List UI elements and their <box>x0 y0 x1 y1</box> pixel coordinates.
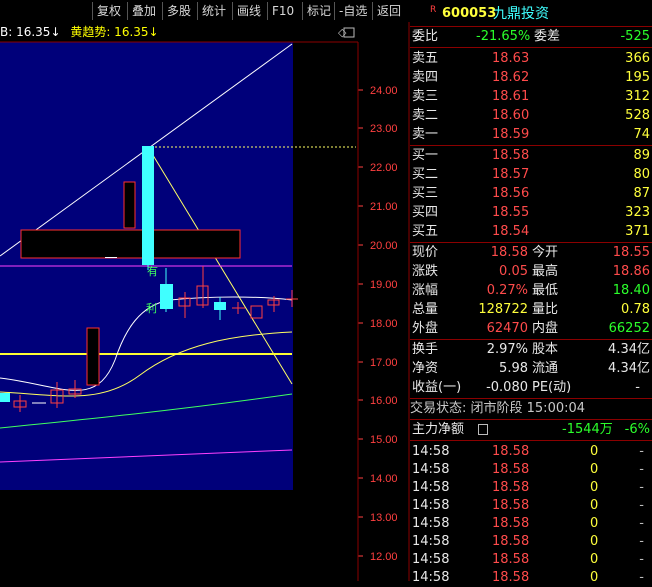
toolbar-huaxian[interactable]: 画线 <box>232 2 265 20</box>
toolbar-zixuan[interactable]: -自选 <box>334 2 371 20</box>
ask-row[interactable]: 卖三 18.61 312 <box>410 88 652 106</box>
trade-status: 交易状态: 闭市阶段 15:00:04 <box>410 401 586 416</box>
bid-row[interactable]: 买一 18.58 89 <box>410 147 652 165</box>
stat-row: 净资 5.98 流通 4.34亿 <box>412 361 650 376</box>
toolbar: 复权 叠加 多股 统计 画线 F10 标记 -自选 返回 <box>0 0 410 22</box>
svg-text:16.00: 16.00 <box>370 395 398 407</box>
svg-text:24.00: 24.00 <box>370 85 398 97</box>
svg-text:14.00: 14.00 <box>370 473 398 485</box>
ask-row[interactable]: 卖五 18.63 366 <box>410 50 652 68</box>
indicator-yellow-trend: 黄趋势: 16.35↓ <box>70 25 159 39</box>
bid-row[interactable]: 买五 18.54 371 <box>410 223 652 241</box>
svg-text:13.00: 13.00 <box>370 512 398 524</box>
toolbar-diejia[interactable]: 叠加 <box>127 2 160 20</box>
stock-name: 九鼎投资 <box>493 6 549 22</box>
toolbar-duogu[interactable]: 多股 <box>162 2 195 20</box>
bid-row[interactable]: 买三 18.56 87 <box>410 185 652 203</box>
ask-row[interactable]: 卖一 18.59 74 <box>410 126 652 144</box>
svg-text:19.00: 19.00 <box>370 279 398 291</box>
stat-row: 换手 2.97% 股本 4.34亿 <box>412 342 650 357</box>
label-you: 有 <box>147 264 158 278</box>
toolbar-biaoji[interactable]: 标记 <box>302 2 335 20</box>
svg-text:12.00: 12.00 <box>370 551 398 563</box>
tick-row: 14:58 18.58 0- <box>412 570 644 585</box>
stat-row: 涨跌 0.05 最高 18.86 <box>412 264 650 279</box>
kline-chart[interactable]: 有 利 ◇ 24.00 23.00 22.00 21.00 20.00 19.0… <box>0 0 410 581</box>
svg-text:17.00: 17.00 <box>370 357 398 369</box>
svg-text:20.00: 20.00 <box>370 240 398 252</box>
stock-code: 600053 <box>442 6 497 21</box>
net-flow-value: -1544万 <box>562 422 613 437</box>
list-icon[interactable] <box>478 424 488 435</box>
indicator-b: B: 16.35↓ <box>0 25 61 39</box>
stock-header: R 600053 九鼎投资 <box>410 4 652 24</box>
indicator-bar: B: 16.35↓ 黄趋势: 16.35↓ <box>0 22 358 42</box>
tick-row: 14:58 18.58 0- <box>412 534 644 549</box>
svg-text:23.00: 23.00 <box>370 123 398 135</box>
toolbar-fuquan[interactable]: 复权 <box>92 2 125 20</box>
svg-text:21.00: 21.00 <box>370 201 398 213</box>
tick-row: 14:58 18.58 0- <box>412 498 644 513</box>
stat-row: 总量 128722 量比 0.78 <box>412 302 650 317</box>
ask-row[interactable]: 卖二 18.60 528 <box>410 107 652 125</box>
tick-row: 14:58 18.58 0- <box>412 516 644 531</box>
svg-text:15.00: 15.00 <box>370 434 398 446</box>
stat-row: 现价 18.58 今开 18.55 <box>412 245 650 260</box>
tick-row: 14:58 18.58 0- <box>412 462 644 477</box>
tick-row: 14:58 18.58 0- <box>412 444 644 459</box>
net-flow-pct: -6% <box>624 422 650 437</box>
stat-row: 涨幅 0.27% 最低 18.40 <box>412 283 650 298</box>
bid-row[interactable]: 买四 18.55 323 <box>410 204 652 222</box>
label-li: 利 <box>146 302 157 315</box>
r-badge: R <box>430 5 437 15</box>
bid-row[interactable]: 买二 18.57 80 <box>410 166 652 184</box>
toolbar-tongji[interactable]: 统计 <box>197 2 230 20</box>
toolbar-fanhui[interactable]: 返回 <box>372 2 405 20</box>
tick-row: 14:58 18.58 0- <box>412 480 644 495</box>
stat-row: 收益(一) -0.080 PE(动) - <box>412 380 640 395</box>
quote-panel: R 600053 九鼎投资 委比 -21.65% 委差 -525 卖五 18.63… <box>410 0 652 585</box>
order-ratio-row: 委比 -21.65% 委差 -525 <box>412 29 650 44</box>
svg-text:18.00: 18.00 <box>370 318 398 330</box>
net-flow-row[interactable]: 主力净额 -1544万 -6% <box>410 421 652 439</box>
toolbar-f10[interactable]: F10 <box>267 2 298 20</box>
svg-text:22.00: 22.00 <box>370 162 398 174</box>
tick-row: 14:58 18.58 0- <box>412 552 644 567</box>
stat-row: 外盘 62470 内盘 66252 <box>412 321 650 336</box>
net-flow-label: 主力净额 <box>412 422 465 437</box>
annotation-box <box>20 229 241 259</box>
ask-row[interactable]: 卖四 18.62 195 <box>410 69 652 87</box>
